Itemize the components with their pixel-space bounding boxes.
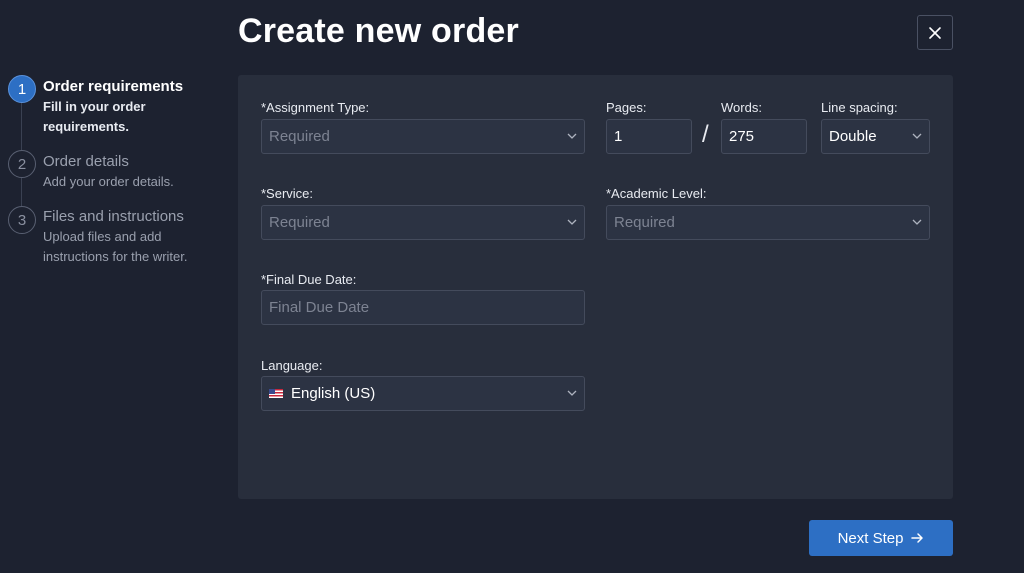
line-spacing-value: Double bbox=[829, 128, 877, 145]
next-step-label: Next Step bbox=[837, 529, 904, 547]
pages-words-separator: / bbox=[702, 121, 709, 148]
final-due-date-input[interactable]: Final Due Date bbox=[261, 290, 585, 325]
words-label: Words: bbox=[721, 100, 762, 115]
step-2-description: Add your order details. bbox=[43, 174, 174, 189]
steps-sidebar: 1 Order requirements Fill in your order … bbox=[0, 0, 230, 300]
step-2-indicator: 2 bbox=[8, 150, 36, 178]
assignment-type-select[interactable]: Required bbox=[261, 119, 585, 154]
language-label: Language: bbox=[261, 358, 323, 373]
step-connector bbox=[21, 178, 22, 206]
order-requirements-panel: *Assignment Type: Required Pages: 1 / Wo… bbox=[238, 75, 953, 499]
academic-level-select[interactable]: Required bbox=[606, 205, 930, 240]
step-1-description: Fill in your order requirements. bbox=[43, 99, 146, 134]
step-3-title[interactable]: Files and instructions bbox=[43, 208, 184, 225]
line-spacing-select[interactable]: Double bbox=[821, 119, 930, 154]
service-label: *Service: bbox=[261, 186, 314, 201]
close-button[interactable] bbox=[917, 15, 953, 50]
step-3-indicator: 3 bbox=[8, 206, 36, 234]
step-1-title[interactable]: Order requirements bbox=[43, 78, 183, 95]
chevron-down-icon bbox=[567, 219, 577, 225]
final-due-date-placeholder: Final Due Date bbox=[269, 299, 370, 316]
chevron-down-icon bbox=[567, 133, 577, 139]
pages-value: 1 bbox=[614, 128, 623, 145]
line-spacing-label: Line spacing: bbox=[821, 100, 898, 115]
service-select[interactable]: Required bbox=[261, 205, 585, 240]
page-title: Create new order bbox=[238, 12, 519, 50]
academic-level-label: *Academic Level: bbox=[606, 186, 707, 201]
service-placeholder: Required bbox=[269, 214, 330, 231]
us-flag-icon bbox=[269, 389, 283, 398]
chevron-down-icon bbox=[912, 219, 922, 225]
step-1-indicator: 1 bbox=[8, 75, 36, 103]
words-input[interactable]: 275 bbox=[721, 119, 807, 154]
final-due-date-label: *Final Due Date: bbox=[261, 272, 357, 287]
step-3-description: Upload files and add instructions for th… bbox=[43, 229, 188, 264]
words-value: 275 bbox=[729, 128, 755, 145]
assignment-type-label: *Assignment Type: bbox=[261, 100, 370, 115]
academic-level-placeholder: Required bbox=[614, 214, 675, 231]
step-connector bbox=[21, 102, 22, 150]
arrow-right-icon bbox=[911, 533, 924, 543]
close-icon bbox=[929, 26, 941, 39]
next-step-button[interactable]: Next Step bbox=[809, 520, 953, 556]
chevron-down-icon bbox=[912, 133, 922, 139]
assignment-type-placeholder: Required bbox=[269, 128, 330, 145]
language-value: English (US) bbox=[291, 385, 376, 402]
pages-input[interactable]: 1 bbox=[606, 119, 692, 154]
step-2-title[interactable]: Order details bbox=[43, 153, 129, 170]
pages-label: Pages: bbox=[606, 100, 647, 115]
language-select[interactable]: English (US) bbox=[261, 376, 585, 411]
chevron-down-icon bbox=[567, 390, 577, 396]
